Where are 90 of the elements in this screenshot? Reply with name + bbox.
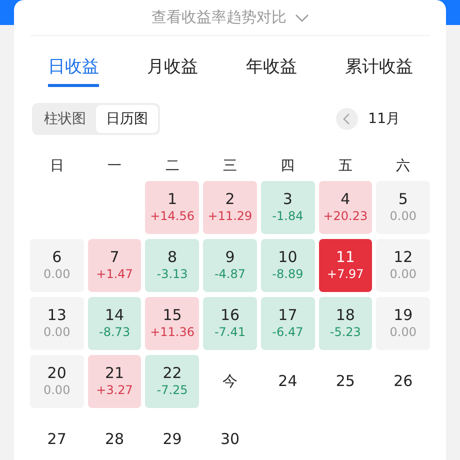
day-change: 0.00 xyxy=(43,324,70,340)
day-number: 18 xyxy=(336,307,355,324)
day-cell[interactable]: 5 0.00 xyxy=(376,181,430,234)
day-number: 8 xyxy=(168,249,178,266)
day-number[interactable]: 25 xyxy=(336,373,355,390)
day-number[interactable]: 今 xyxy=(222,373,238,390)
day-cell[interactable]: 18 -5.23 xyxy=(318,297,372,350)
day-change: -5.23 xyxy=(330,324,361,340)
day-cell[interactable]: 20 0.00 xyxy=(30,355,84,408)
day-change: +7.97 xyxy=(327,266,364,282)
day-number: 1 xyxy=(168,191,178,208)
day-number[interactable]: 27 xyxy=(47,431,66,448)
day-number: 9 xyxy=(225,249,235,266)
day-cell[interactable]: 13 0.00 xyxy=(30,297,84,350)
weekday-label: 六 xyxy=(395,157,412,176)
day-number: 13 xyxy=(47,307,66,324)
day-number: 7 xyxy=(110,249,120,266)
view-toggle-option[interactable]: 日历图 xyxy=(96,105,158,133)
tab[interactable]: 累计收益 xyxy=(345,55,413,87)
month-label: 11月 xyxy=(368,110,400,128)
day-number: 20 xyxy=(47,365,66,382)
day-change: -3.13 xyxy=(156,266,188,282)
weekday-label: 一 xyxy=(106,157,123,176)
day-cell[interactable]: 8 -3.13 xyxy=(145,239,200,292)
day-number: 12 xyxy=(394,249,413,266)
day-change: 0.00 xyxy=(43,382,70,398)
day-change: +20.23 xyxy=(323,208,368,224)
previous-month-button[interactable] xyxy=(336,108,358,130)
day-number: 21 xyxy=(105,365,124,382)
day-change: -7.25 xyxy=(156,382,188,398)
day-change: -4.87 xyxy=(214,266,246,282)
weekday-label: 日 xyxy=(48,157,65,176)
weekday-label: 三 xyxy=(222,157,238,176)
day-change: -8.89 xyxy=(272,266,304,282)
day-cell[interactable]: 15 +11.36 xyxy=(145,297,200,350)
day-number: 4 xyxy=(340,191,350,208)
day-cell[interactable]: 22 -7.25 xyxy=(145,355,200,408)
day-number: 6 xyxy=(52,249,62,266)
day-cell[interactable]: 4 +20.23 xyxy=(318,181,372,234)
day-change: +3.27 xyxy=(96,382,133,398)
day-number: 10 xyxy=(278,249,298,266)
day-change: 0.00 xyxy=(43,266,70,282)
day-change: 0.00 xyxy=(390,266,416,282)
day-number: 19 xyxy=(394,307,413,324)
day-cell[interactable]: 2 +11.29 xyxy=(203,181,257,234)
day-change: -1.84 xyxy=(272,208,304,224)
day-number: 14 xyxy=(105,307,124,324)
day-number: 11 xyxy=(336,249,355,266)
day-cell[interactable]: 6 0.00 xyxy=(30,239,84,292)
day-change: -8.73 xyxy=(99,324,130,340)
day-number: 15 xyxy=(162,307,182,324)
day-cell[interactable]: 1 +14.56 xyxy=(145,181,200,234)
day-change: +14.56 xyxy=(150,208,194,224)
day-cell[interactable]: 19 0.00 xyxy=(376,297,430,350)
day-change: +11.36 xyxy=(150,324,194,340)
weekday-label: 四 xyxy=(280,157,296,176)
day-cell[interactable]: 9 -4.87 xyxy=(203,239,257,292)
weekday-label: 五 xyxy=(337,157,354,176)
tab[interactable]: 年收益 xyxy=(246,55,297,87)
day-number[interactable]: 24 xyxy=(278,373,298,390)
day-cell[interactable]: 16 -7.41 xyxy=(203,297,257,350)
day-number[interactable]: 29 xyxy=(162,431,182,448)
day-cell[interactable]: 11 +7.97 xyxy=(318,239,372,292)
tab[interactable]: 月收益 xyxy=(147,55,198,87)
day-cell[interactable]: 7 +1.47 xyxy=(88,239,142,292)
day-change: 0.00 xyxy=(390,208,416,224)
day-cell[interactable]: 14 -8.73 xyxy=(88,297,142,350)
day-change: -6.47 xyxy=(272,324,304,340)
day-number: 17 xyxy=(278,307,298,324)
day-change: -7.41 xyxy=(214,324,246,340)
day-number: 22 xyxy=(162,365,182,382)
day-change: +11.29 xyxy=(208,208,252,224)
weekday-label: 二 xyxy=(164,157,180,176)
day-number: 5 xyxy=(398,191,408,208)
day-number[interactable]: 28 xyxy=(105,431,124,448)
day-cell[interactable]: 17 -6.47 xyxy=(260,297,315,350)
tab[interactable]: 日收益 xyxy=(48,55,99,87)
day-cell[interactable]: 10 -8.89 xyxy=(260,239,315,292)
chevron-down-icon xyxy=(294,14,308,22)
day-number[interactable]: 26 xyxy=(394,373,413,390)
day-change: 0.00 xyxy=(390,324,416,340)
day-number[interactable]: 30 xyxy=(220,431,240,448)
view-toggle-option[interactable]: 柱状图 xyxy=(34,105,96,133)
day-cell[interactable]: 12 0.00 xyxy=(376,239,430,292)
day-change: +1.47 xyxy=(96,266,133,282)
day-number: 16 xyxy=(220,307,240,324)
day-number: 2 xyxy=(225,191,235,208)
day-cell[interactable]: 21 +3.27 xyxy=(88,355,142,408)
day-number: 3 xyxy=(282,191,292,208)
day-cell[interactable]: 3 -1.84 xyxy=(260,181,315,234)
